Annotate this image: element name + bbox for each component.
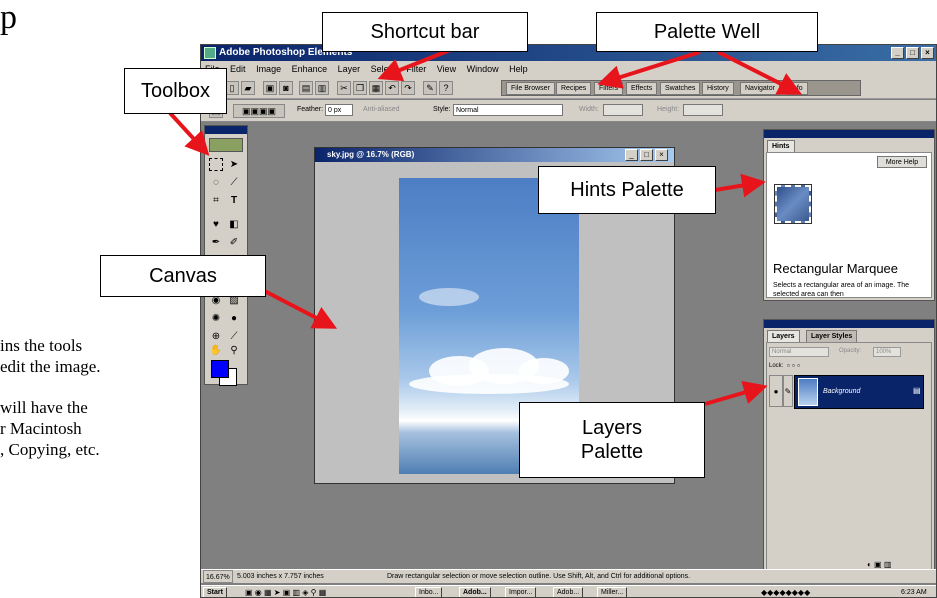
palette-well-arrow-right [717,50,803,95]
callout-toolbox: Toolbox [124,68,227,114]
callout-shortcut-bar: Shortcut bar [322,12,528,52]
palette-well-arrow-left [597,50,701,89]
callout-canvas: Canvas [100,255,266,297]
callout-layers-line2: Palette [580,441,644,463]
layers-palette-arrow [704,380,768,406]
callout-hints-palette: Hints Palette [538,166,716,214]
callout-layers-palette: Layers Palette [519,402,705,478]
callout-palette-well: Palette Well [596,12,818,52]
hints-palette-arrow [714,173,766,198]
shortcut-bar-arrow [377,48,451,82]
callout-layers-line1: Layers [581,417,643,439]
toolbox-arrow [168,111,210,156]
